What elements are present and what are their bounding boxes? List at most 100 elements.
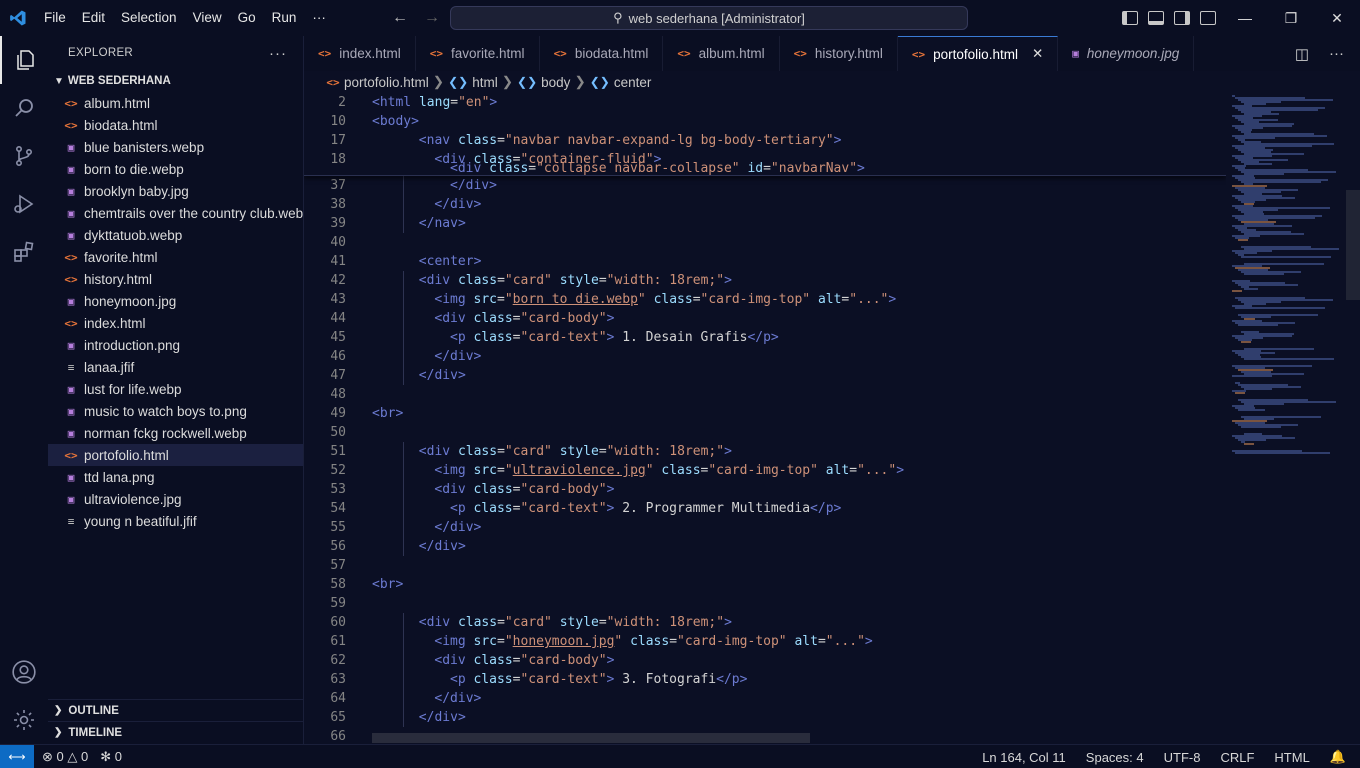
menu-go[interactable]: Go <box>230 0 264 36</box>
file-label: norman fckg rockwell.webp <box>84 425 247 441</box>
minimap-line <box>1244 273 1284 275</box>
close-window-icon[interactable]: ✕ <box>1314 0 1360 36</box>
image-file-icon: ▣ <box>67 382 75 396</box>
tab-portofolio-html[interactable]: <> portofolio.html ✕ <box>897 36 1059 71</box>
back-arrow-icon[interactable]: ← <box>392 9 408 27</box>
horizontal-scrollbar[interactable] <box>372 733 810 743</box>
minimap[interactable] <box>1226 93 1360 744</box>
tab-honeymoon-jpg[interactable]: ▣ honeymoon.jpg <box>1058 36 1195 71</box>
more-actions-icon[interactable]: ··· <box>269 45 287 62</box>
more-actions-icon[interactable]: ··· <box>1329 45 1344 62</box>
code-editor[interactable]: 2 <html lang="en"> 10 <body> 17 <nav class="n… <box>304 93 1226 744</box>
toggle-panel-icon[interactable] <box>1148 11 1164 25</box>
split-editor-icon[interactable]: ◫ <box>1295 45 1309 63</box>
line-content: <center> <box>418 254 482 269</box>
settings-gear-icon[interactable] <box>0 696 48 744</box>
extensions-icon[interactable] <box>0 228 48 276</box>
line-number: 40 <box>330 235 346 250</box>
language-mode[interactable]: HTML <box>1274 750 1309 765</box>
html-file-icon: <> <box>911 47 926 61</box>
file-item[interactable]: <> album.html <box>48 92 303 114</box>
breadcrumb-html[interactable]: html <box>472 75 498 90</box>
vscode-window: File Edit Selection View Go Run ··· ← → … <box>0 0 1360 768</box>
code-line: 42 <div class="card" style="width: 18rem;… <box>304 271 1226 290</box>
tab-history-html[interactable]: <> history.html <box>780 36 898 71</box>
remote-indicator-icon[interactable]: ⟷ <box>0 744 34 768</box>
cursor-position[interactable]: Ln 164, Col 11 <box>982 750 1066 765</box>
line-content: </nav> <box>418 216 466 231</box>
menu-more[interactable]: ··· <box>304 0 334 36</box>
tab-album-html[interactable]: <> album.html <box>663 36 780 71</box>
timeline-section[interactable]: ❯ TIMELINE <box>48 721 304 743</box>
source-control-icon[interactable] <box>0 132 48 180</box>
file-item[interactable]: ▣ introduction.png <box>48 334 303 356</box>
file-item[interactable]: ▣ chemtrails over the country club.webp <box>48 202 303 224</box>
run-debug-icon[interactable] <box>0 180 48 228</box>
menu-edit[interactable]: Edit <box>74 0 113 36</box>
line-content: <p class="card-text"> 3. Fotografi</p> <box>450 672 748 687</box>
file-item[interactable]: ▣ dykttatuob.webp <box>48 224 303 246</box>
accounts-icon[interactable] <box>0 648 48 696</box>
file-item[interactable]: ▣ blue banisters.webp <box>48 136 303 158</box>
file-item[interactable]: <> biodata.html <box>48 114 303 136</box>
close-tab-icon[interactable]: ✕ <box>1032 46 1043 62</box>
menu-view[interactable]: View <box>185 0 230 36</box>
file-item[interactable]: ▣ norman fckg rockwell.webp <box>48 422 303 444</box>
line-ending[interactable]: CRLF <box>1220 750 1254 765</box>
toggle-secondary-sidebar-icon[interactable] <box>1174 11 1190 25</box>
toggle-primary-sidebar-icon[interactable] <box>1122 11 1138 25</box>
html-file-icon: <> <box>429 47 444 60</box>
file-item[interactable]: ▣ honeymoon.jpg <box>48 290 303 312</box>
customize-layout-icon[interactable] <box>1200 11 1216 25</box>
tab-favorite-html[interactable]: <> favorite.html <box>416 36 540 71</box>
file-item[interactable]: ▣ lust for life.webp <box>48 378 303 400</box>
file-item[interactable]: ▣ born to die.webp <box>48 158 303 180</box>
menu-run[interactable]: Run <box>264 0 305 36</box>
vertical-scrollbar[interactable] <box>1346 190 1360 300</box>
explorer-icon[interactable] <box>0 36 48 84</box>
forward-arrow-icon[interactable]: → <box>424 9 440 27</box>
code-line: 43 <img src="born to die.webp" class="car… <box>304 290 1226 309</box>
notifications-bell-icon[interactable]: 🔔 <box>1330 749 1346 765</box>
line-number: 39 <box>330 216 346 231</box>
menu-selection[interactable]: Selection <box>113 0 185 36</box>
outline-section[interactable]: ❯ OUTLINE <box>48 699 304 721</box>
code-line: 52 <img src="ultraviolence.jpg" class="ca… <box>304 461 1226 480</box>
ports-indicator[interactable]: ✻ 0 <box>100 749 122 765</box>
file-item[interactable]: <> history.html <box>48 268 303 290</box>
line-number: 51 <box>330 444 346 459</box>
indent-guide <box>403 442 405 556</box>
file-item[interactable]: ≡ lanaa.jfif <box>48 356 303 378</box>
tab-biodata-html[interactable]: <> biodata.html <box>540 36 664 71</box>
folder-web-sederhana[interactable]: ▼ WEB SEDERHANA <box>48 70 303 92</box>
code-line: 10 <body> <box>304 112 1226 131</box>
breadcrumb-center[interactable]: center <box>614 75 652 90</box>
code-line: 54 <p class="card-text"> 2. Programmer Mu… <box>304 499 1226 518</box>
minimize-icon[interactable]: — <box>1222 0 1268 36</box>
breadcrumb-body[interactable]: body <box>541 75 570 90</box>
image-file-icon: ▣ <box>67 162 75 176</box>
restore-icon[interactable]: ❐ <box>1268 0 1314 36</box>
file-item[interactable]: ≡ young n beatiful.jfif <box>48 510 303 532</box>
breadcrumb-file[interactable]: portofolio.html <box>344 75 429 90</box>
status-right: Ln 164, Col 11 Spaces: 4 UTF-8 CRLF HTML… <box>982 745 1346 768</box>
line-content: <br> <box>372 406 404 421</box>
file-item[interactable]: ▣ ttd lana.png <box>48 466 303 488</box>
menu-file[interactable]: File <box>36 0 74 36</box>
file-item[interactable]: ▣ music to watch boys to.png <box>48 400 303 422</box>
file-item[interactable]: <> index.html <box>48 312 303 334</box>
indentation[interactable]: Spaces: 4 <box>1086 750 1144 765</box>
code-line: 48 <box>304 385 1226 404</box>
file-item[interactable]: ▣ ultraviolence.jpg <box>48 488 303 510</box>
encoding[interactable]: UTF-8 <box>1164 750 1201 765</box>
command-center-search[interactable]: ⚲ web sederhana [Administrator] <box>450 6 968 30</box>
problems-indicator[interactable]: ⊗ 0 △ 0 <box>42 749 88 765</box>
file-item[interactable]: <> portofolio.html <box>48 444 303 466</box>
file-item[interactable]: ▣ brooklyn baby.jpg <box>48 180 303 202</box>
line-number: 47 <box>330 368 346 383</box>
search-view-icon[interactable] <box>0 84 48 132</box>
code-line: 37 </div> <box>304 176 1226 195</box>
tab-index-html[interactable]: <> index.html <box>304 36 416 71</box>
minimap-line <box>1241 426 1281 428</box>
file-item[interactable]: <> favorite.html <box>48 246 303 268</box>
